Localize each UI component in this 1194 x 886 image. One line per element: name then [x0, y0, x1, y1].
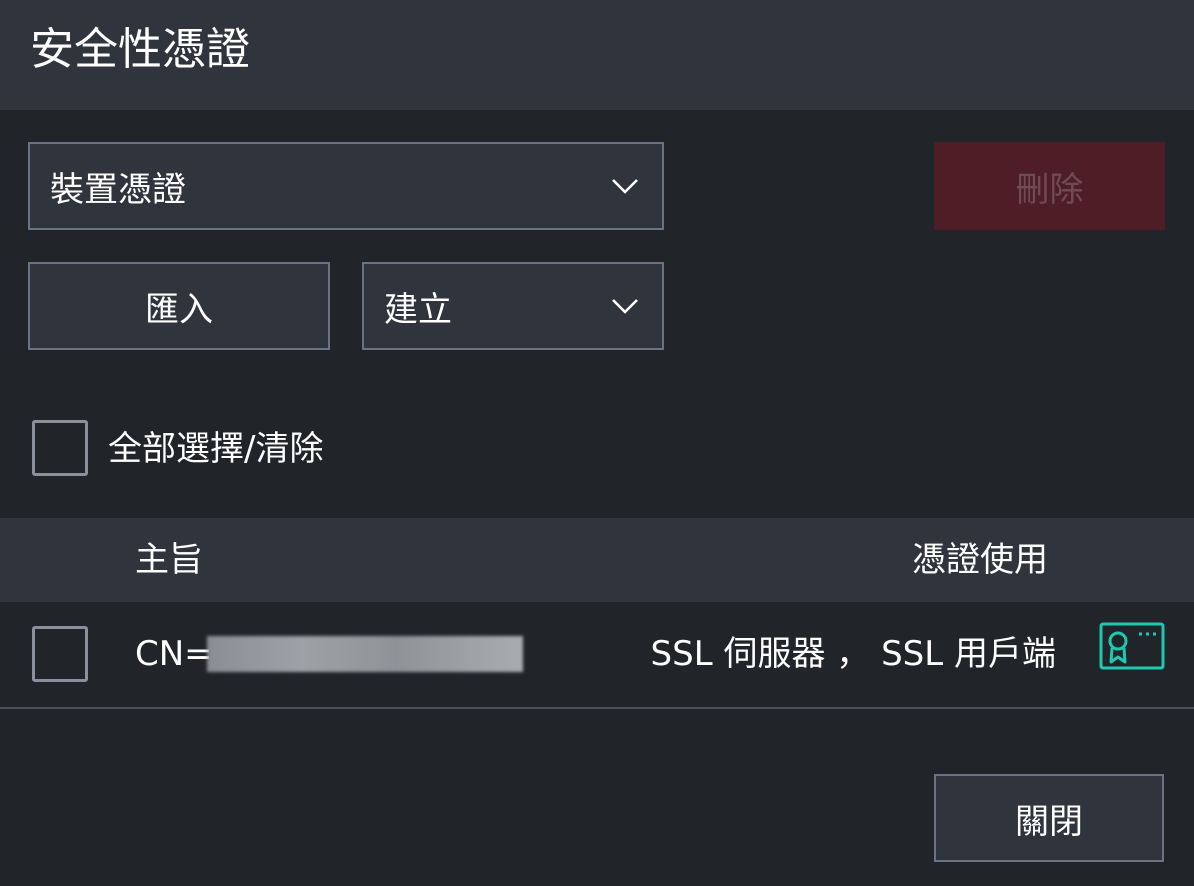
row-usage: SSL 伺服器 ， SSL 用戶端 [650, 634, 1056, 674]
security-certificates-dialog: 安全性憑證 裝置憑證 刪除 匯入 建立 全部選擇/清除 主旨 憑證使用 CN= … [0, 0, 1194, 886]
chevron-down-icon [612, 299, 638, 314]
close-button[interactable]: 關閉 [934, 774, 1164, 862]
redacted-subject-value [207, 636, 523, 672]
table-header: 主旨 憑證使用 [0, 518, 1194, 602]
dialog-title: 安全性憑證 [30, 24, 250, 75]
cert-type-select[interactable]: 裝置憑證 [28, 142, 664, 230]
chevron-down-icon [612, 179, 638, 194]
cert-type-select-value: 裝置憑證 [50, 169, 186, 210]
column-header-subject[interactable]: 主旨 [135, 538, 203, 582]
row-checkbox[interactable] [32, 626, 88, 682]
create-select-value: 建立 [384, 289, 452, 330]
certificate-icon[interactable] [1099, 622, 1165, 670]
row-divider [0, 707, 1194, 709]
create-select[interactable]: 建立 [362, 262, 664, 350]
delete-button[interactable]: 刪除 [934, 142, 1165, 230]
dialog-header: 安全性憑證 [0, 0, 1194, 110]
row-subject: CN= [135, 634, 213, 674]
select-all-checkbox[interactable] [32, 420, 88, 476]
select-all-label: 全部選擇/清除 [108, 429, 324, 469]
column-header-usage[interactable]: 憑證使用 [912, 538, 1048, 582]
import-button[interactable]: 匯入 [28, 262, 330, 350]
